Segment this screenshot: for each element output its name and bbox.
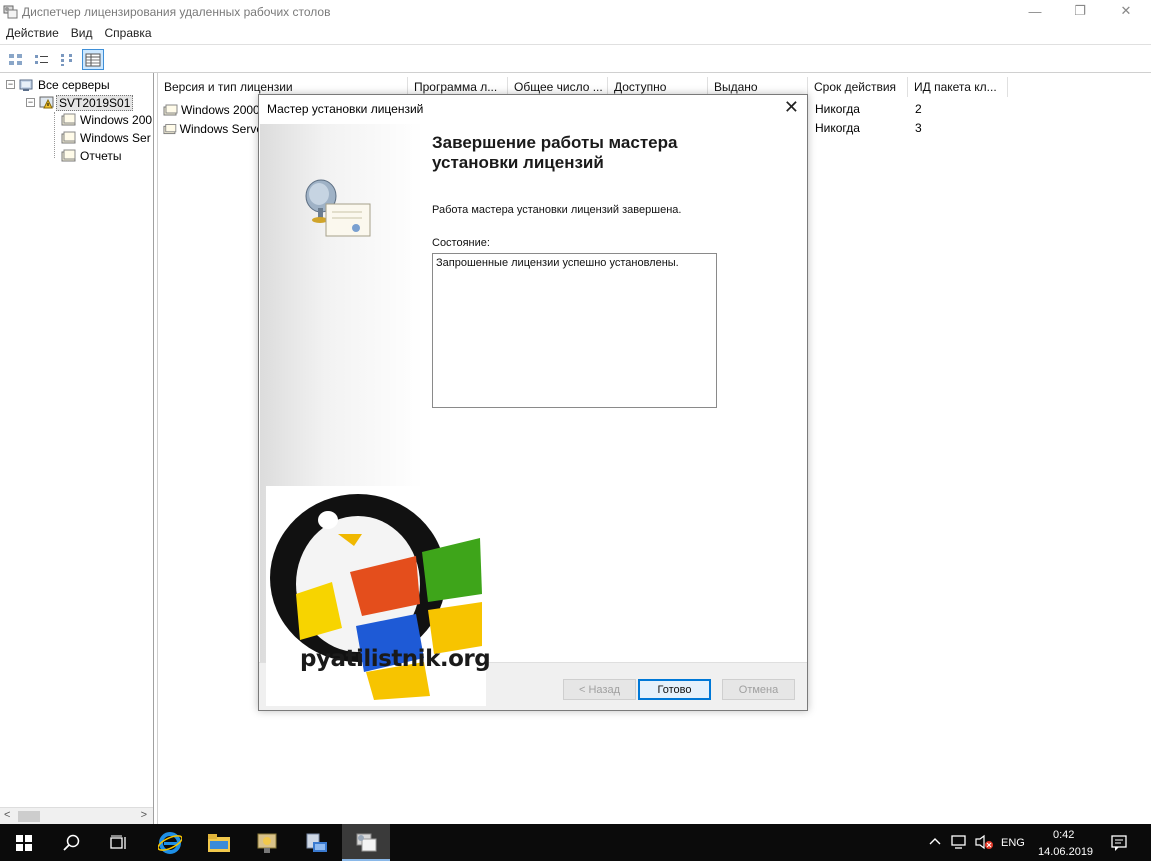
row-expiry: Никогда bbox=[815, 121, 860, 135]
menu-action[interactable]: Действие bbox=[0, 24, 65, 43]
finish-button[interactable]: Готово bbox=[638, 679, 711, 700]
internet-explorer-icon bbox=[158, 831, 182, 854]
details-view-button[interactable] bbox=[82, 49, 104, 70]
minimize-button[interactable]: — bbox=[1012, 0, 1058, 22]
language-indicator[interactable]: ENG bbox=[1001, 837, 1025, 849]
row-key-pack-id: 3 bbox=[915, 121, 922, 135]
toolbar bbox=[0, 44, 1151, 73]
small-icons-icon bbox=[35, 54, 48, 64]
chevron-up-icon bbox=[929, 838, 941, 845]
tree-item-windows-2000[interactable]: Windows 200 bbox=[60, 111, 154, 128]
status-label: Состояние: bbox=[432, 237, 490, 249]
reports-icon bbox=[61, 149, 76, 161]
penguin-windows-logo bbox=[270, 494, 482, 700]
tree-item-all-servers[interactable]: − Все серверы bbox=[6, 76, 112, 93]
column-header-key-pack-id[interactable]: ИД пакета кл... bbox=[908, 77, 1008, 97]
tree-connector bbox=[54, 112, 55, 158]
scroll-left-arrow[interactable]: < bbox=[4, 809, 10, 821]
column-header-expiry[interactable]: Срок действия bbox=[808, 77, 908, 97]
site-watermark-logo: pyatilistnik.org bbox=[266, 486, 491, 706]
rds-licensing-tool-icon bbox=[257, 833, 277, 853]
status-textbox[interactable]: Запрошенные лицензии успешно установлены… bbox=[432, 253, 717, 408]
license-manager-taskbar-icon bbox=[356, 833, 377, 851]
dialog-title: Мастер установки лицензий bbox=[267, 102, 424, 116]
scroll-thumb[interactable] bbox=[18, 811, 40, 822]
tree-item-server[interactable]: − SVT2019S01 bbox=[26, 94, 134, 111]
volume-muted-icon bbox=[975, 834, 993, 850]
row-expiry: Никогда bbox=[815, 102, 860, 116]
tree-item-windows-server[interactable]: Windows Ser bbox=[60, 129, 153, 146]
license-icon bbox=[61, 113, 76, 125]
taskbar-license-manager[interactable] bbox=[342, 824, 390, 861]
taskbar-server-manager[interactable] bbox=[243, 824, 291, 861]
clock-date[interactable]: 14.06.2019 bbox=[1038, 846, 1093, 858]
row-key-pack-id: 2 bbox=[915, 102, 922, 116]
show-hidden-icons-chevron[interactable] bbox=[928, 835, 942, 849]
taskbar-file-explorer[interactable] bbox=[195, 824, 243, 861]
menu-help[interactable]: Справка bbox=[98, 24, 157, 43]
server-warning-icon bbox=[39, 96, 54, 109]
details-icon bbox=[85, 53, 101, 66]
restore-button[interactable]: ❐ bbox=[1057, 0, 1103, 22]
table-row[interactable]: Windows Serve bbox=[163, 120, 263, 138]
servers-icon bbox=[19, 79, 33, 91]
remote-desktop-icon bbox=[306, 833, 327, 852]
wizard-completion-text: Работа мастера установки лицензий заверш… bbox=[432, 204, 682, 216]
license-icon bbox=[163, 104, 178, 115]
license-certificate-icon bbox=[305, 179, 371, 237]
menu-bar: Действие Вид Справка bbox=[0, 24, 1151, 43]
network-icon bbox=[951, 835, 966, 849]
menu-view[interactable]: Вид bbox=[65, 24, 99, 43]
folder-icon bbox=[208, 833, 230, 852]
row-version: Windows Serve bbox=[179, 122, 263, 136]
license-icon bbox=[163, 123, 177, 134]
dialog-close-button[interactable]: ✕ bbox=[784, 97, 799, 118]
back-button[interactable]: < Назад bbox=[563, 679, 636, 700]
notifications-icon bbox=[1111, 835, 1127, 851]
small-icons-view-button[interactable] bbox=[31, 49, 53, 70]
windows-start-icon bbox=[16, 834, 32, 851]
task-view-button[interactable] bbox=[95, 824, 143, 861]
taskbar: ENG 0:42 14.06.2019 bbox=[0, 824, 1151, 861]
action-center-button[interactable] bbox=[1110, 834, 1128, 855]
title-bar: Диспетчер лицензирования удаленных рабоч… bbox=[0, 0, 1151, 24]
large-icons-icon bbox=[9, 53, 22, 65]
list-view-button[interactable] bbox=[57, 49, 79, 70]
volume-tray-icon[interactable] bbox=[974, 834, 994, 853]
search-icon bbox=[63, 834, 80, 851]
cancel-button[interactable]: Отмена bbox=[722, 679, 795, 700]
license-manager-icon bbox=[3, 5, 18, 19]
tree-item-reports[interactable]: Отчеты bbox=[60, 147, 123, 164]
watermark-text: pyatilistnik.org bbox=[300, 646, 491, 672]
license-icon bbox=[61, 131, 76, 143]
table-row[interactable]: Windows 2000 bbox=[163, 101, 263, 119]
large-icons-view-button[interactable] bbox=[5, 49, 27, 70]
wizard-heading: Завершение работы мастера установки лице… bbox=[432, 133, 678, 172]
close-button[interactable]: ✕ bbox=[1103, 0, 1149, 22]
row-version: Windows 2000 bbox=[181, 103, 260, 117]
tree-horizontal-scrollbar[interactable]: < > bbox=[0, 807, 153, 824]
taskbar-internet-explorer[interactable] bbox=[146, 824, 194, 861]
clock-time[interactable]: 0:42 bbox=[1053, 829, 1074, 841]
window-title: Диспетчер лицензирования удаленных рабоч… bbox=[22, 5, 331, 19]
collapse-icon[interactable]: − bbox=[26, 98, 35, 107]
scroll-right-arrow[interactable]: > bbox=[141, 809, 147, 821]
server-tree: − Все серверы − SVT2019S01 Windows 200 W… bbox=[0, 73, 154, 824]
start-button[interactable] bbox=[0, 824, 48, 861]
task-view-icon bbox=[110, 835, 126, 849]
taskbar-rds-manager[interactable] bbox=[293, 824, 341, 861]
list-icon bbox=[61, 53, 72, 66]
network-tray-icon[interactable] bbox=[950, 834, 968, 853]
search-button[interactable] bbox=[48, 824, 96, 861]
collapse-icon[interactable]: − bbox=[6, 80, 15, 89]
